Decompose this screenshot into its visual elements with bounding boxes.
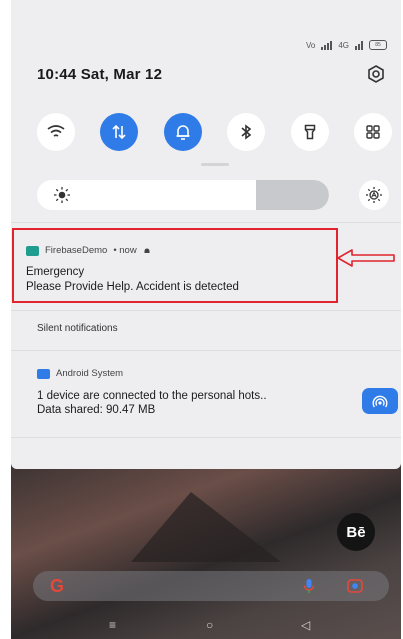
settings-icon[interactable]	[367, 65, 385, 83]
flashlight-toggle[interactable]	[290, 113, 329, 151]
notification-time: • now	[113, 245, 137, 256]
annotation-arrow-icon	[337, 249, 395, 267]
hotspot-button[interactable]	[362, 388, 398, 414]
notification-body: 1 device are connected to the personal h…	[37, 390, 267, 402]
notification-data-shared: Data shared: 90.47 MB	[37, 404, 156, 416]
google-search-bar[interactable]: G	[33, 571, 389, 601]
status-icons: Vo 4G 85	[306, 40, 387, 50]
divider	[11, 310, 401, 311]
wifi-icon	[47, 125, 65, 137]
silent-notifications-header: Silent notifications	[37, 323, 118, 334]
brightness-sun-icon	[54, 187, 70, 203]
auto-brightness-icon	[366, 187, 382, 203]
lte-label: 4G	[338, 40, 349, 50]
notification-app-name: Android System	[56, 368, 124, 379]
more-toggle[interactable]	[353, 113, 392, 151]
bluetooth-toggle[interactable]	[227, 113, 266, 151]
flashlight-icon	[304, 124, 315, 140]
home-icon[interactable]: ○	[206, 618, 213, 632]
firebase-notification[interactable]: FirebaseDemo • now Emergency Please Prov…	[12, 228, 338, 303]
signal-2-icon	[355, 40, 363, 50]
divider	[11, 437, 401, 438]
volte-label: Vo	[305, 40, 316, 50]
bell-small-icon	[144, 248, 150, 253]
google-logo: G	[50, 576, 65, 596]
drag-handle[interactable]	[201, 163, 229, 166]
android-system-app-icon	[37, 368, 50, 379]
lens-icon[interactable]	[347, 578, 363, 594]
behance-label: Bē	[346, 523, 366, 541]
battery-icon: 85	[369, 40, 387, 50]
wifi-toggle[interactable]	[37, 113, 75, 151]
notification-app-name: FirebaseDemo	[45, 245, 108, 256]
signal-icon	[321, 40, 333, 50]
bluetooth-icon	[241, 124, 252, 140]
brightness-slider[interactable]	[37, 180, 329, 210]
hotspot-icon	[372, 395, 388, 408]
mobile-data-icon	[112, 124, 126, 140]
notification-title: Emergency	[26, 266, 85, 278]
recents-icon[interactable]: ≡	[109, 618, 116, 632]
grid-icon	[366, 125, 380, 139]
back-icon[interactable]: ◁	[301, 618, 310, 632]
divider	[11, 350, 401, 351]
mobile-data-toggle[interactable]	[100, 113, 139, 151]
behance-app-icon[interactable]: Bē	[337, 513, 375, 551]
auto-brightness-button[interactable]	[359, 180, 389, 210]
brightness-track	[256, 180, 329, 210]
notification-body: Please Provide Help. Accident is detecte…	[26, 281, 239, 293]
left-margin	[0, 0, 11, 639]
divider	[11, 222, 401, 223]
bell-icon	[176, 125, 190, 140]
wallpaper	[11, 462, 401, 639]
notification-header: Android System	[37, 368, 123, 379]
mountain-shape	[131, 492, 281, 562]
notification-toggle[interactable]	[163, 113, 202, 151]
firebase-app-icon	[26, 245, 39, 256]
notification-shade: Vo 4G 85 10:44 Sat, Mar 12 FirebaseDemo …	[11, 0, 401, 469]
notification-header: FirebaseDemo • now	[26, 245, 151, 256]
quick-settings	[37, 113, 392, 151]
navigation-bar: ≡ ○ ◁	[11, 614, 401, 639]
mic-icon[interactable]	[303, 578, 315, 594]
date-time: 10:44 Sat, Mar 12	[37, 66, 163, 83]
